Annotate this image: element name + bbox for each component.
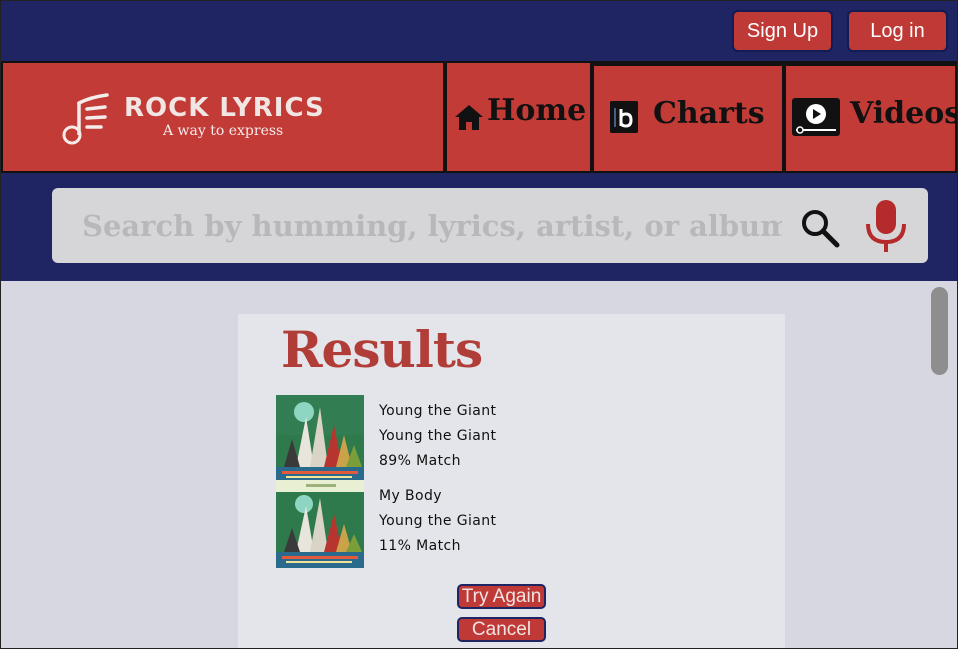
results-panel: Results Young the Giant Young the Giant … [238,314,785,648]
content-area: Results Young the Giant Young the Giant … [1,281,957,648]
result-song-title: Young the Giant [379,403,497,419]
result-item[interactable]: My Body Young the Giant 11% Match [276,480,716,568]
sign-up-button[interactable]: Sign Up [732,10,833,52]
microphone-icon[interactable] [862,198,910,254]
music-note-lines-icon [62,93,109,145]
results-title: Results [281,320,483,379]
try-again-button[interactable]: Try Again [457,584,546,609]
brand-tagline: A way to express [163,123,284,139]
scrollbar-thumb[interactable] [931,287,948,375]
nav-item-label: Home [487,93,587,128]
main-nav: ROCK LYRICS A way to express Home Charts [1,61,958,173]
album-art-image [276,480,364,568]
search-input[interactable] [82,206,782,246]
billboard-icon [610,101,638,133]
nav-item-home[interactable]: Home [447,63,590,171]
search-box [52,188,928,263]
video-play-icon [792,98,840,136]
log-in-button[interactable]: Log in [847,10,948,52]
home-icon [455,105,483,130]
cancel-button[interactable]: Cancel [457,617,546,642]
app-frame: Sign Up Log in ROCK LYRICS A way to expr… [0,0,958,649]
nav-item-label: Videos [850,96,958,131]
search-icon[interactable] [798,206,842,250]
auth-bar: Sign Up Log in [1,1,957,61]
result-artist: Young the Giant [379,513,497,529]
result-artist: Young the Giant [379,428,497,444]
brand-name: ROCK LYRICS [124,93,325,123]
search-band [1,173,957,281]
brand-logo[interactable]: ROCK LYRICS A way to express [3,63,443,171]
album-art-image [276,395,364,483]
result-song-title: My Body [379,488,442,504]
result-match-percent: 89% Match [379,453,461,469]
nav-item-charts[interactable]: Charts [594,66,782,171]
nav-item-videos[interactable]: Videos [786,66,958,171]
result-item[interactable]: Young the Giant Young the Giant 89% Matc… [276,395,716,483]
nav-item-label: Charts [653,96,765,131]
result-match-percent: 11% Match [379,538,461,554]
